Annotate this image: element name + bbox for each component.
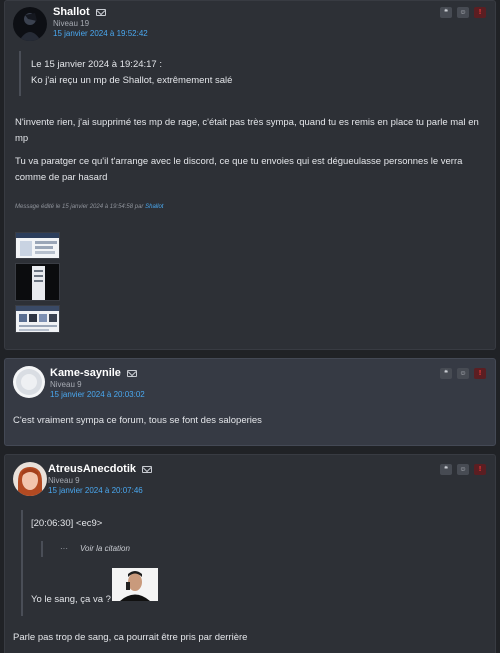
post-body: Parle pas trop de sang, ca pourrait être… <box>13 632 248 643</box>
edited-by-link[interactable]: Shallot <box>145 204 163 210</box>
screenshot-thumbnail[interactable] <box>15 305 60 333</box>
forum-post: AtreusAnecdotik Niveau 9 15 janvier 2024… <box>4 454 496 653</box>
username[interactable]: Kame-saynile <box>50 367 137 379</box>
post-actions: ❝ ☺ ! <box>440 464 486 475</box>
view-quote-link[interactable]: Voir la citation <box>80 541 130 557</box>
post-body: C'est vraiment sympa ce forum, tous se f… <box>13 415 262 426</box>
mp-button[interactable]: ☺ <box>457 464 469 475</box>
post-actions: ❝ ☺ ! <box>440 7 486 18</box>
avatar[interactable] <box>13 462 47 496</box>
username-text[interactable]: AtreusAnecdotik <box>48 463 136 475</box>
username-text[interactable]: Kame-saynile <box>50 367 121 379</box>
quote-button[interactable]: ❝ <box>440 368 452 379</box>
username[interactable]: AtreusAnecdotik <box>48 463 153 475</box>
post-date-link[interactable]: 15 janvier 2024 à 20:03:02 <box>50 390 145 399</box>
avatar[interactable] <box>13 7 47 41</box>
post-paragraph: N'invente rien, j'ai supprimé tes mp de … <box>15 117 479 144</box>
user-level: Niveau 19 <box>53 19 90 28</box>
mail-icon[interactable] <box>126 369 137 377</box>
edited-prefix: Message édité le 15 janvier 2024 à 19:54… <box>15 204 144 210</box>
username[interactable]: Shallot <box>53 6 106 18</box>
mp-button[interactable]: ☺ <box>457 7 469 18</box>
quote-text: Ko j'ai reçu un mp de Shallot, extrêmeme… <box>31 75 233 86</box>
post-paragraph: Tu va paratger ce qu'il t'arrange avec l… <box>15 156 463 183</box>
user-level: Niveau 9 <box>50 380 82 389</box>
mail-icon[interactable] <box>142 465 153 473</box>
forum-post: Shallot Niveau 19 15 janvier 2024 à 19:5… <box>4 0 496 350</box>
user-level: Niveau 9 <box>48 476 80 485</box>
quote-header: Le 15 janvier 2024 à 19:24:17 : <box>31 59 162 70</box>
view-quote-dots[interactable]: ··· <box>60 541 68 557</box>
edited-notice: Message édité le 15 janvier 2024 à 19:54… <box>15 204 163 210</box>
post-date-link[interactable]: 15 janvier 2024 à 19:52:42 <box>53 29 148 38</box>
quote-button[interactable]: ❝ <box>440 464 452 475</box>
post-actions: ❝ ☺ ! <box>440 368 486 379</box>
report-button[interactable]: ! <box>474 7 486 18</box>
avatar[interactable] <box>13 366 45 398</box>
report-button[interactable]: ! <box>474 368 486 379</box>
quoted-image[interactable] <box>112 568 158 601</box>
screenshot-thumbnail[interactable] <box>15 263 60 301</box>
quote-button[interactable]: ❝ <box>440 7 452 18</box>
screenshot-thumbnail[interactable] <box>15 232 60 259</box>
post-date-link[interactable]: 15 janvier 2024 à 20:07:46 <box>48 486 143 495</box>
report-button[interactable]: ! <box>474 464 486 475</box>
mp-button[interactable]: ☺ <box>457 368 469 379</box>
username-text[interactable]: Shallot <box>53 6 90 18</box>
forum-post: Kame-saynile Niveau 9 15 janvier 2024 à … <box>4 358 496 446</box>
mail-icon[interactable] <box>95 8 106 16</box>
quote-header: [20:06:30] <ec9> <box>31 518 103 529</box>
quote-body: Yo le sang, ça va ? <box>31 594 111 605</box>
